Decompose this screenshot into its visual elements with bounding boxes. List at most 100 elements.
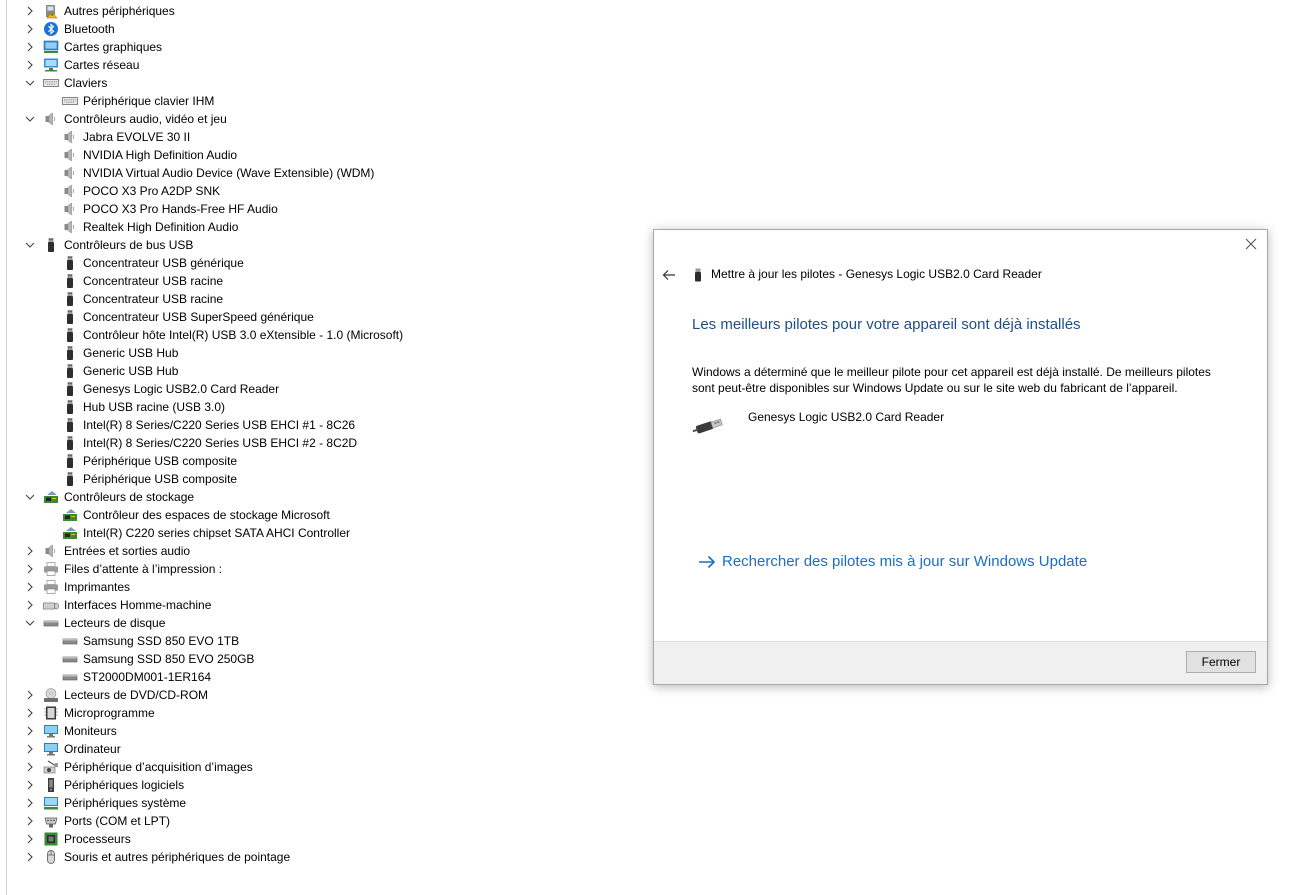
tree-category-47[interactable]: Souris et autres périphériques de pointa… xyxy=(0,848,640,866)
device-tree: Autres périphériques Bluetooth Cartes grap… xyxy=(0,2,640,866)
tree-category-2[interactable]: Cartes graphiques xyxy=(0,38,640,56)
tree-category-41[interactable]: Ordinateur xyxy=(0,740,640,758)
tree-category-1[interactable]: Bluetooth xyxy=(0,20,640,38)
chevron-right-icon[interactable] xyxy=(24,815,36,827)
chevron-right-icon[interactable] xyxy=(24,5,36,17)
tree-device-11[interactable]: POCO X3 Pro Hands-Free HF Audio xyxy=(0,200,640,218)
tree-device-37[interactable]: ST2000DM001-1ER164 xyxy=(0,668,640,686)
tree-category-33[interactable]: Interfaces Homme-machine xyxy=(0,596,640,614)
tree-category-4[interactable]: Claviers xyxy=(0,74,640,92)
tree-device-18[interactable]: Contrôleur hôte Intel(R) USB 3.0 eXtensi… xyxy=(0,326,640,344)
chevron-down-icon[interactable] xyxy=(24,491,36,503)
chevron-down-icon[interactable] xyxy=(24,77,36,89)
chevron-right-icon[interactable] xyxy=(24,707,36,719)
tree-category-30[interactable]: Entrées et sorties audio xyxy=(0,542,640,560)
tree-category-38[interactable]: Lecteurs de DVD/CD-ROM xyxy=(0,686,640,704)
tree-category-46[interactable]: Processeurs xyxy=(0,830,640,848)
tree-device-16[interactable]: Concentrateur USB racine xyxy=(0,290,640,308)
tree-category-45[interactable]: Ports (COM et LPT) xyxy=(0,812,640,830)
chevron-down-icon[interactable] xyxy=(24,617,36,629)
chevron-right-icon[interactable] xyxy=(24,725,36,737)
chevron-right-icon[interactable] xyxy=(24,563,36,575)
tree-device-10[interactable]: POCO X3 Pro A2DP SNK xyxy=(0,182,640,200)
tree-device-14[interactable]: Concentrateur USB générique xyxy=(0,254,640,272)
dialog-heading: Les meilleurs pilotes pour votre apparei… xyxy=(692,316,1081,333)
disk-drive-icon xyxy=(62,651,78,667)
disk-drive-icon xyxy=(62,633,78,649)
close-icon[interactable] xyxy=(1244,237,1258,251)
speaker-icon xyxy=(62,129,78,145)
speaker-icon xyxy=(62,183,78,199)
close-button[interactable]: Fermer xyxy=(1186,651,1256,673)
tree-device-7[interactable]: Jabra EVOLVE 30 II xyxy=(0,128,640,146)
keyboard-icon xyxy=(43,75,59,91)
tree-device-8[interactable]: NVIDIA High Definition Audio xyxy=(0,146,640,164)
tree-device-20[interactable]: Generic USB Hub xyxy=(0,362,640,380)
tree-category-label: Moniteurs xyxy=(64,724,117,738)
tree-device-15[interactable]: Concentrateur USB racine xyxy=(0,272,640,290)
tree-device-26[interactable]: Périphérique USB composite xyxy=(0,470,640,488)
chevron-right-icon[interactable] xyxy=(24,761,36,773)
chevron-down-icon[interactable] xyxy=(24,113,36,125)
disk-drive-icon xyxy=(62,669,78,685)
tree-category-42[interactable]: Périphérique d’acquisition d’images xyxy=(0,758,640,776)
bluetooth-icon xyxy=(43,21,59,37)
chevron-down-icon[interactable] xyxy=(24,239,36,251)
tree-category-32[interactable]: Imprimantes xyxy=(0,578,640,596)
tree-category-label: Lecteurs de DVD/CD-ROM xyxy=(64,688,209,702)
tree-category-31[interactable]: Files d’attente à l’impression : xyxy=(0,560,640,578)
tree-category-27[interactable]: Contrôleurs de stockage xyxy=(0,488,640,506)
usb-icon xyxy=(43,237,59,253)
windows-update-link[interactable]: Rechercher des pilotes mis à jour sur Wi… xyxy=(698,553,1087,570)
tree-category-40[interactable]: Moniteurs xyxy=(0,722,640,740)
tree-category-label: Entrées et sorties audio xyxy=(64,544,191,558)
tree-device-12[interactable]: Realtek High Definition Audio xyxy=(0,218,640,236)
tree-device-35[interactable]: Samsung SSD 850 EVO 1TB xyxy=(0,632,640,650)
tree-device-23[interactable]: Intel(R) 8 Series/C220 Series USB EHCI #… xyxy=(0,416,640,434)
tree-device-25[interactable]: Périphérique USB composite xyxy=(0,452,640,470)
chevron-right-icon[interactable] xyxy=(24,743,36,755)
tree-category-13[interactable]: Contrôleurs de bus USB xyxy=(0,236,640,254)
tree-device-17[interactable]: Concentrateur USB SuperSpeed générique xyxy=(0,308,640,326)
monitor-icon xyxy=(43,741,59,757)
chevron-right-icon[interactable] xyxy=(24,851,36,863)
chevron-right-icon[interactable] xyxy=(24,581,36,593)
tree-category-6[interactable]: Contrôleurs audio, vidéo et jeu xyxy=(0,110,640,128)
tree-category-0[interactable]: Autres périphériques xyxy=(0,2,640,20)
tree-category-43[interactable]: Périphériques logiciels xyxy=(0,776,640,794)
tree-device-label: Samsung SSD 850 EVO 1TB xyxy=(83,634,240,648)
tree-device-9[interactable]: NVIDIA Virtual Audio Device (Wave Extens… xyxy=(0,164,640,182)
system-device-icon xyxy=(43,795,59,811)
tree-category-39[interactable]: Microprogramme xyxy=(0,704,640,722)
update-driver-dialog: Mettre à jour les pilotes - Genesys Logi… xyxy=(653,229,1268,685)
chevron-right-icon[interactable] xyxy=(24,833,36,845)
tree-device-21[interactable]: Genesys Logic USB2.0 Card Reader xyxy=(0,380,640,398)
tree-category-3[interactable]: Cartes réseau xyxy=(0,56,640,74)
chevron-right-icon[interactable] xyxy=(24,779,36,791)
tree-device-label: Concentrateur USB SuperSpeed générique xyxy=(83,310,314,324)
tree-device-label: Périphérique USB composite xyxy=(83,454,238,468)
chevron-right-icon[interactable] xyxy=(24,599,36,611)
chevron-right-icon[interactable] xyxy=(24,689,36,701)
dialog-title: Mettre à jour les pilotes - Genesys Logi… xyxy=(711,267,1042,281)
back-arrow-icon[interactable] xyxy=(662,268,676,282)
chevron-right-icon[interactable] xyxy=(24,797,36,809)
chevron-right-icon[interactable] xyxy=(24,59,36,71)
tree-device-28[interactable]: Contrôleur des espaces de stockage Micro… xyxy=(0,506,640,524)
tree-device-22[interactable]: Hub USB racine (USB 3.0) xyxy=(0,398,640,416)
tree-device-19[interactable]: Generic USB Hub xyxy=(0,344,640,362)
network-adapter-icon xyxy=(43,57,59,73)
display-adapter-icon xyxy=(43,39,59,55)
tree-device-5[interactable]: Périphérique clavier IHM xyxy=(0,92,640,110)
chevron-right-icon[interactable] xyxy=(24,41,36,53)
tree-device-36[interactable]: Samsung SSD 850 EVO 250GB xyxy=(0,650,640,668)
tree-device-29[interactable]: Intel(R) C220 series chipset SATA AHCI C… xyxy=(0,524,640,542)
chevron-right-icon[interactable] xyxy=(24,545,36,557)
tree-category-44[interactable]: Périphériques système xyxy=(0,794,640,812)
storage-controller-icon xyxy=(62,507,78,523)
tree-category-label: Lecteurs de disque xyxy=(64,616,166,630)
tree-category-34[interactable]: Lecteurs de disque xyxy=(0,614,640,632)
chevron-right-icon[interactable] xyxy=(24,23,36,35)
tree-device-label: POCO X3 Pro Hands-Free HF Audio xyxy=(83,202,278,216)
tree-device-24[interactable]: Intel(R) 8 Series/C220 Series USB EHCI #… xyxy=(0,434,640,452)
